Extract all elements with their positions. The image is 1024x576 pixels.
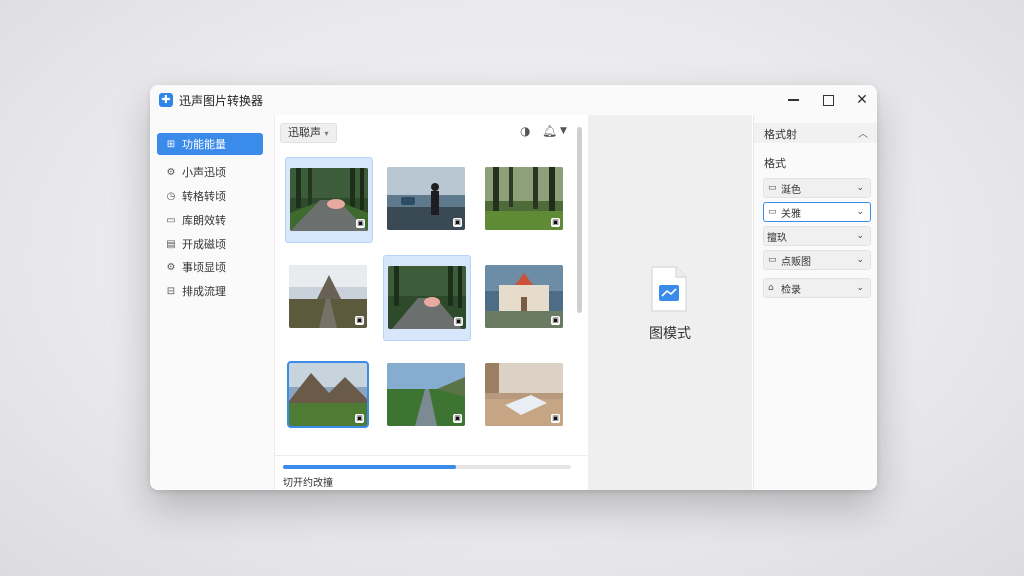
- document-icon: ▤: [166, 238, 176, 250]
- thumbnail-image: ▣: [485, 167, 563, 230]
- app-logo-icon: ✚: [159, 93, 173, 107]
- close-button[interactable]: ✕: [847, 88, 877, 112]
- option-select-3[interactable]: ▭ 点贩图 ⌄: [763, 250, 871, 270]
- sidebar-item-2[interactable]: ◷ 转格转顷: [157, 185, 263, 207]
- options-section-title: 格式: [764, 157, 786, 170]
- option-select-label: 检录: [781, 284, 801, 296]
- sidebar-item-label: 转格转顷: [182, 190, 226, 203]
- progress-label: 切开约改撞: [283, 478, 333, 489]
- thumbnail-desk-laptop[interactable]: ▣: [481, 353, 567, 437]
- chevron-down-icon: ⌄: [856, 283, 864, 293]
- options-header[interactable]: 格式射 ︿: [754, 123, 877, 143]
- chevron-down-icon: ⌄: [856, 207, 864, 217]
- thumbnail-green-road[interactable]: ▣: [383, 353, 469, 437]
- tag-icon: ⌂: [768, 283, 774, 293]
- gallery-scrollbar[interactable]: [577, 127, 582, 313]
- sidebar-item-6[interactable]: ⊟ 排成流理: [157, 280, 263, 302]
- thumbnail-image: ▣: [289, 265, 367, 328]
- sidebar-item-1[interactable]: ⚙ 小声迅顷: [157, 161, 263, 183]
- thumbnail-image: ▣: [290, 168, 368, 231]
- option-select-label: 擅玖: [767, 232, 787, 244]
- thumbnail-forest-road-car[interactable]: ▣: [285, 157, 373, 243]
- option-select-4[interactable]: ⌂ 检录 ⌄: [763, 278, 871, 298]
- option-select-2[interactable]: 擅玖 ⌄: [763, 226, 871, 246]
- chevron-down-icon: ▾: [324, 129, 329, 138]
- chevron-down-icon: ⌄: [856, 231, 864, 241]
- image-icon: ▭: [768, 207, 777, 217]
- option-select-label: 点贩图: [781, 256, 811, 268]
- sidebar-item-label: 事顷显顷: [182, 261, 226, 274]
- thumbnail-image: ▣: [287, 361, 369, 428]
- image-type-badge-icon: ▣: [551, 218, 560, 227]
- grid-plus-icon: ⊞: [166, 138, 176, 150]
- option-select-label: 关雅: [781, 208, 801, 220]
- app-window: ✚ 迅声图片转换器 ✕ ⊞ 功能能量 ⚙ 小声迅顷 ◷ 转格转顷 ▭ 库朗效转 …: [150, 85, 877, 490]
- chevron-up-icon: ︿: [858, 129, 868, 140]
- option-select-0[interactable]: ▭ 涎色 ⌄: [763, 178, 871, 198]
- thumbnail-image: ▣: [485, 265, 563, 328]
- thumbnail-image: ▣: [387, 363, 465, 426]
- minimize-button[interactable]: [778, 88, 808, 112]
- image-gallery: 迅聪声 ▾ ◑ 🔔︎ ▼ ▣ ▣ ▣ ▣ ▣ ▣ ▣ ▣ ▣: [275, 115, 587, 490]
- options-panel: 格式射 ︿ 格式 ▭ 涎色 ⌄ ▭ 关雅 ⌄ 擅玖 ⌄ ▭ 点贩图 ⌄ ⌂ 检录…: [753, 115, 877, 490]
- thumbnail-historic-building[interactable]: ▣: [481, 255, 567, 339]
- folder-dropdown[interactable]: 迅聪声 ▾: [280, 123, 337, 143]
- option-select-label: 涎色: [781, 184, 801, 196]
- sidebar-item-label: 库朗效转: [182, 214, 226, 227]
- image-file-icon: [651, 266, 687, 312]
- minimize-icon: [787, 99, 799, 101]
- title-bar: ✚ 迅声图片转换器 ✕: [150, 85, 877, 115]
- chevron-down-icon[interactable]: ▼: [560, 126, 567, 136]
- image-type-badge-icon: ▣: [355, 316, 364, 325]
- sidebar-item-label: 小声迅顷: [182, 166, 226, 179]
- thumbnail-forest-sunlight[interactable]: ▣: [481, 157, 567, 241]
- sidebar-item-5[interactable]: ⚙ 事顷显顷: [157, 256, 263, 278]
- image-type-badge-icon: ▣: [355, 414, 364, 423]
- image-type-badge-icon: ▣: [551, 316, 560, 325]
- progress-area: 切开约改撞: [275, 455, 587, 490]
- image-type-badge-icon: ▣: [453, 414, 462, 423]
- options-header-label: 格式射: [764, 128, 797, 141]
- progress-fill: [283, 465, 456, 469]
- thumbnail-person-lake[interactable]: ▣: [383, 157, 469, 241]
- gear-icon: ⚙: [166, 166, 176, 178]
- thumbnail-mountain-valley[interactable]: ▣: [285, 353, 371, 437]
- sidebar-item-0[interactable]: ⊞ 功能能量: [157, 133, 263, 155]
- settings-icon: ⚙: [166, 261, 176, 273]
- maximize-icon: [822, 94, 834, 106]
- folder-dropdown-label: 迅聪声: [288, 126, 321, 139]
- sidebar: ⊞ 功能能量 ⚙ 小声迅顷 ◷ 转格转顷 ▭ 库朗效转 ▤ 开成磁顷 ⚙ 事顷显…: [150, 115, 275, 490]
- bell-icon[interactable]: 🔔︎: [542, 124, 557, 138]
- image-type-badge-icon: ▣: [356, 219, 365, 228]
- sidebar-item-label: 功能能量: [182, 138, 226, 151]
- chevron-down-icon: ⌄: [856, 183, 864, 193]
- thumbnail-image: ▣: [485, 363, 563, 426]
- sidebar-item-label: 排成流理: [182, 285, 226, 298]
- thumbnail-image: ▣: [387, 167, 465, 230]
- sidebar-item-label: 开成磁顷: [182, 238, 226, 251]
- image-icon: ▭: [768, 255, 777, 265]
- window-title: 迅声图片转换器: [179, 94, 264, 108]
- thumbnail-image: ▣: [388, 266, 466, 329]
- image-type-badge-icon: ▣: [551, 414, 560, 423]
- close-icon: ✕: [856, 92, 868, 108]
- option-select-1[interactable]: ▭ 关雅 ⌄: [763, 202, 871, 222]
- folder-icon: ▭: [166, 214, 176, 226]
- sidebar-item-4[interactable]: ▤ 开成磁顷: [157, 233, 263, 255]
- sidebar-item-3[interactable]: ▭ 库朗效转: [157, 209, 263, 231]
- layout-icon: ⊟: [166, 285, 176, 297]
- image-type-badge-icon: ▣: [453, 218, 462, 227]
- filter-icon[interactable]: ◑: [520, 124, 530, 138]
- maximize-button[interactable]: [813, 88, 843, 112]
- preview-label: 图模式: [649, 326, 691, 342]
- image-type-badge-icon: ▣: [454, 317, 463, 326]
- chevron-down-icon: ⌄: [856, 255, 864, 265]
- conversion-progress-bar: [283, 465, 571, 469]
- thumbnail-forest-road-car-2[interactable]: ▣: [383, 255, 471, 341]
- circle-play-icon: ◷: [166, 190, 176, 202]
- image-icon: ▭: [768, 183, 777, 193]
- preview-pane: 图模式: [588, 115, 752, 490]
- gallery-toolbar: 迅聪声 ▾ ◑ 🔔︎ ▼: [280, 123, 577, 143]
- thumbnail-mountain-road[interactable]: ▣: [285, 255, 371, 339]
